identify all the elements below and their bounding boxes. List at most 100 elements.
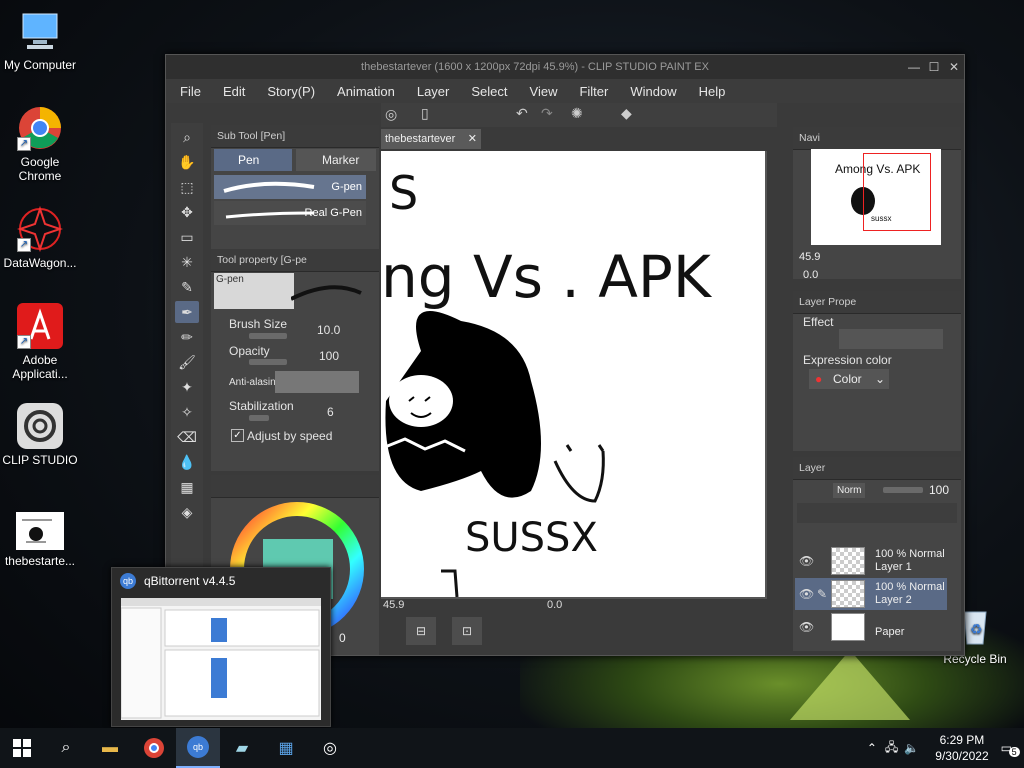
desktop-icon-chrome[interactable]: ↗ Google Chrome (0, 105, 80, 183)
eye-icon[interactable]: 👁 (799, 620, 814, 634)
minimize-icon[interactable]: — (904, 60, 924, 74)
fit-icon[interactable]: ⊡ (452, 617, 482, 645)
canvas-tab[interactable]: thebestartever ✕ (381, 129, 481, 149)
pen-icon[interactable]: ✒ (175, 301, 199, 323)
menu-layer[interactable]: Layer (417, 84, 450, 99)
menu-edit[interactable]: Edit (223, 84, 245, 99)
airbrush-icon[interactable]: ✦ (175, 376, 199, 398)
opacity-value[interactable]: 100 (319, 349, 339, 363)
angle-value[interactable]: 0.0 (547, 599, 562, 611)
brush-gpen[interactable]: G-pen (214, 175, 366, 199)
chevron-up-icon[interactable]: ⌃ (867, 741, 877, 755)
opacity-label: Opacity (229, 344, 270, 358)
qbittorrent-taskbar-icon[interactable]: qb (176, 728, 220, 768)
fill-tool-icon[interactable]: ◈ (175, 501, 199, 523)
hand-icon[interactable]: ✋ (175, 151, 199, 173)
zoom-icon[interactable]: ⌕ (175, 126, 199, 148)
antialias-selector[interactable] (275, 371, 359, 393)
menu-filter[interactable]: Filter (579, 84, 608, 99)
color-circles-icon: ● (815, 372, 823, 386)
navigator-zoom[interactable]: 45.9 (799, 251, 820, 263)
tab-marker[interactable]: Marker (296, 149, 376, 171)
layer-row[interactable]: 👁 100 % Normal Layer 1 (795, 545, 947, 577)
brush-icon[interactable]: 🖌 (175, 351, 199, 373)
blend-mode-dropdown[interactable]: Norm (833, 483, 866, 498)
desktop-icon-image-file[interactable]: thebestarte... (0, 512, 80, 568)
opacity-slider[interactable] (249, 359, 287, 365)
menu-animation[interactable]: Animation (337, 84, 395, 99)
drawing: S ng Vs . APK SUSSX (381, 166, 713, 598)
search-icon[interactable]: ⌕ (44, 728, 88, 768)
tab-pen[interactable]: Pen (214, 149, 292, 171)
desktop-icon-my-computer[interactable]: My Computer (0, 8, 80, 72)
eye-icon[interactable]: 👁 (799, 587, 814, 601)
brush-size-value[interactable]: 10.0 (317, 323, 340, 337)
brush-preview-label: G-pen (216, 274, 244, 285)
new-file-icon[interactable]: ▯ (421, 105, 429, 122)
pencil-icon[interactable]: ✏ (175, 326, 199, 348)
color-dropdown[interactable]: ● Color ⌄ (809, 369, 889, 389)
magic-wand-icon[interactable]: ✳ (175, 251, 199, 273)
navigator-viewport[interactable] (863, 153, 931, 231)
layer-opacity-value[interactable]: 100 (929, 483, 949, 497)
brush-name: G-pen (331, 181, 362, 193)
popup-title-bar: qb qBittorrent v4.4.5 (112, 568, 330, 594)
navigator-preview[interactable]: Among Vs. APK sussx (811, 149, 941, 245)
clock-date: 9/30/2022 (935, 749, 989, 763)
move-icon[interactable]: ✥ (175, 201, 199, 223)
start-button[interactable] (0, 728, 44, 768)
brush-real-gpen[interactable]: Real G-Pen (214, 201, 366, 225)
stabilization-value[interactable]: 6 (327, 405, 334, 419)
stabilization-slider[interactable] (249, 415, 269, 421)
tab-close-icon[interactable]: ✕ (468, 129, 477, 149)
blend-icon[interactable]: 💧 (175, 451, 199, 473)
menu-select[interactable]: Select (471, 84, 507, 99)
clip-studio-taskbar-icon[interactable]: ◎ (308, 728, 352, 768)
desktop-icon-adobe[interactable]: ↗ Adobe Applicati... (0, 303, 80, 381)
menu-file[interactable]: File (180, 84, 201, 99)
loading-icon[interactable]: ✺ (571, 105, 583, 122)
navigator-header: Navi (793, 127, 961, 150)
network-icon[interactable]: 🖧 (885, 738, 898, 759)
decoration-icon[interactable]: ✧ (175, 401, 199, 423)
clip-logo-icon[interactable]: ◎ (385, 106, 397, 123)
notification-icon[interactable]: ▭ 5 (1001, 741, 1020, 757)
canvas-area[interactable]: S ng Vs . APK SUSSX (381, 151, 767, 599)
layer-opacity-slider[interactable] (883, 487, 923, 493)
adjust-speed-checkbox[interactable]: ✓ (231, 429, 244, 442)
close-icon[interactable]: ✕ (944, 60, 964, 74)
desktop-icon-clip-studio[interactable]: CLIP STUDIO (0, 403, 80, 467)
zoom-value[interactable]: 45.9 (383, 599, 404, 611)
brush-size-slider[interactable] (249, 333, 287, 339)
clock[interactable]: 6:29 PM 9/30/2022 (935, 732, 988, 764)
menu-story[interactable]: Story(P) (267, 84, 315, 99)
undo-icon[interactable]: ↶ (516, 105, 528, 122)
volume-icon[interactable]: 🔈 (904, 741, 919, 755)
figure-icon[interactable]: ▦ (175, 476, 199, 498)
fill-icon[interactable]: ◆ (621, 105, 632, 122)
drawing-canvas[interactable]: S ng Vs . APK SUSSX (381, 151, 765, 598)
control-panel-icon[interactable]: ▦ (264, 728, 308, 768)
eraser-icon[interactable]: ⌫ (175, 426, 199, 448)
redo-icon[interactable]: ↷ (541, 105, 553, 122)
layer-toolbar[interactable] (797, 503, 957, 523)
app-icon[interactable]: ▰ (220, 728, 264, 768)
taskbar-preview-popup[interactable]: qb qBittorrent v4.4.5 (111, 567, 331, 727)
chrome-taskbar-icon[interactable] (132, 728, 176, 768)
menu-window[interactable]: Window (630, 84, 676, 99)
maximize-icon[interactable]: ☐ (924, 60, 944, 74)
layer-row-selected[interactable]: 👁 ✎ 100 % Normal Layer 2 (795, 578, 947, 610)
desktop-icon-datawagon[interactable]: ↗ DataWagon... (0, 205, 80, 270)
effect-buttons[interactable] (839, 329, 943, 349)
eye-icon[interactable]: 👁 (799, 554, 814, 568)
menu-help[interactable]: Help (699, 84, 726, 99)
object-icon[interactable]: ⬚ (175, 176, 199, 198)
eyedropper-icon[interactable]: ✎ (175, 276, 199, 298)
frame-icon[interactable]: ⊟ (406, 617, 436, 645)
selection-icon[interactable]: ▭ (175, 226, 199, 248)
menu-view[interactable]: View (530, 84, 558, 99)
file-explorer-icon[interactable]: ▬ (88, 728, 132, 768)
navigator-angle[interactable]: 0.0 (803, 269, 818, 281)
layer-row-paper[interactable]: 👁 Paper (795, 611, 947, 643)
popup-thumbnail[interactable] (120, 598, 321, 720)
